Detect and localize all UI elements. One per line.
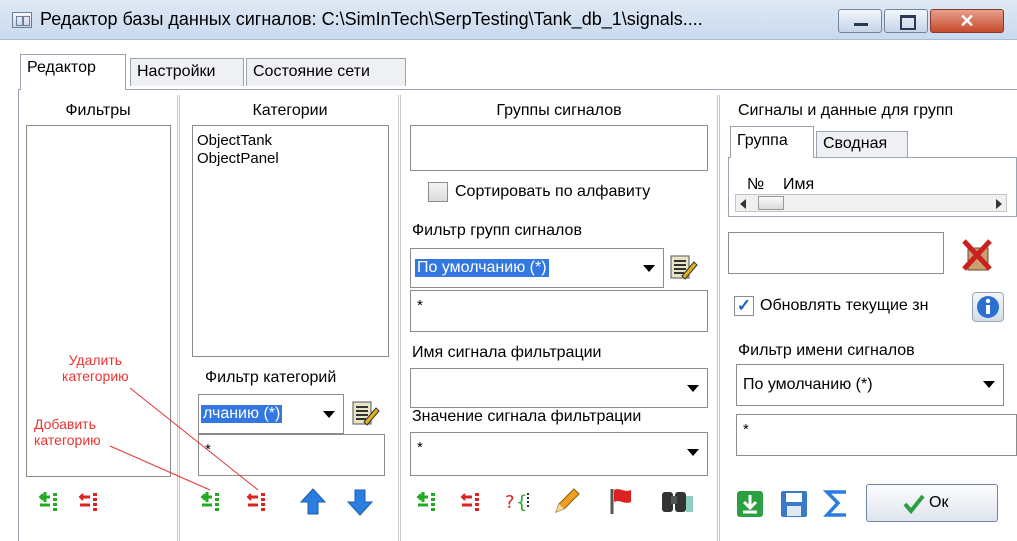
edit-group-filter-button[interactable]: [668, 252, 698, 287]
chevron-down-icon: [687, 449, 699, 456]
signal-groups-list[interactable]: [410, 125, 708, 171]
flag-icon: [610, 489, 631, 514]
sum-button[interactable]: [822, 488, 852, 523]
tab-group[interactable]: Группа: [730, 126, 814, 158]
sigma-icon: [822, 490, 846, 517]
signals-title: Сигналы и данные для групп: [738, 102, 954, 119]
signal-name-filter-select[interactable]: [410, 368, 708, 408]
find-group-button[interactable]: [660, 486, 694, 521]
update-values-checkbox[interactable]: ✓: [734, 296, 754, 316]
signals-table[interactable]: № Имя: [728, 157, 1017, 217]
group-filter-value: По умолчанию (*): [415, 259, 549, 277]
scrollbar-thumb[interactable]: [758, 196, 784, 210]
signal-name-filter-select[interactable]: По умолчанию (*): [736, 364, 1004, 406]
chevron-down-icon: [687, 385, 699, 392]
group-filter-input[interactable]: *: [410, 290, 708, 332]
svg-text:{: {: [516, 492, 527, 513]
scroll-left-icon[interactable]: [740, 199, 746, 209]
tab-editor[interactable]: Редактор: [20, 54, 126, 90]
sort-alphabetically-label: Сортировать по алфавиту: [455, 183, 651, 200]
signal-value-filter-select[interactable]: *: [410, 432, 708, 476]
edit-group-button[interactable]: [552, 486, 582, 521]
signal-name-filter-label: Фильтр имени сигналов: [738, 342, 915, 359]
save-icon: [781, 491, 807, 517]
import-button[interactable]: [736, 490, 764, 523]
svg-text:?: ?: [505, 492, 515, 513]
annotation-arrow-line: [109, 445, 211, 491]
delete-signal-button[interactable]: [958, 238, 994, 279]
delete-icon: [962, 239, 992, 271]
checkmark-icon: [903, 494, 925, 514]
save-button[interactable]: [780, 490, 808, 523]
column-header-number[interactable]: №: [747, 176, 764, 194]
download-icon: [737, 491, 763, 517]
add-group-button[interactable]: [416, 488, 444, 519]
scroll-right-icon[interactable]: [996, 199, 1002, 209]
signal-name-filter-label: Имя сигнала фильтрации: [412, 344, 602, 361]
column-header-name[interactable]: Имя: [783, 176, 814, 194]
tab-summary[interactable]: Сводная: [816, 131, 908, 157]
group-filter-label: Фильтр групп сигналов: [412, 222, 582, 239]
remove-group-button[interactable]: [460, 488, 488, 519]
signal-search-input[interactable]: [728, 232, 944, 274]
signal-name-filter-input[interactable]: *: [736, 414, 1017, 456]
sort-alphabetically-checkbox[interactable]: [428, 182, 448, 202]
script-icon: ?{: [505, 492, 529, 513]
signal-value-filter-label: Значение сигнала фильтрации: [412, 408, 642, 425]
add-icon: [416, 492, 435, 511]
signal-groups-title: Группы сигналов: [496, 102, 622, 119]
script-group-button[interactable]: ?{: [504, 488, 536, 519]
pencil-icon: [555, 488, 580, 513]
flag-group-button[interactable]: [606, 486, 636, 521]
info-icon: [977, 296, 999, 318]
ok-label: Ок: [929, 494, 949, 511]
signal-value-filter-value: *: [417, 439, 423, 456]
horizontal-scrollbar[interactable]: [735, 194, 1007, 212]
annotation-arrow-line: [129, 387, 259, 491]
edit-filter-icon: [670, 255, 698, 280]
chevron-down-icon: [983, 381, 995, 388]
binoculars-icon: [662, 492, 693, 512]
update-values-label: Обновлять текущие зн: [760, 297, 929, 314]
signal-name-filter-value: По умолчанию (*): [743, 376, 873, 393]
group-filter-select[interactable]: По умолчанию (*): [410, 248, 664, 288]
remove-icon: [460, 493, 479, 511]
info-button[interactable]: [972, 292, 1004, 322]
ok-button[interactable]: Ок: [866, 484, 998, 522]
chevron-down-icon: [643, 265, 655, 272]
